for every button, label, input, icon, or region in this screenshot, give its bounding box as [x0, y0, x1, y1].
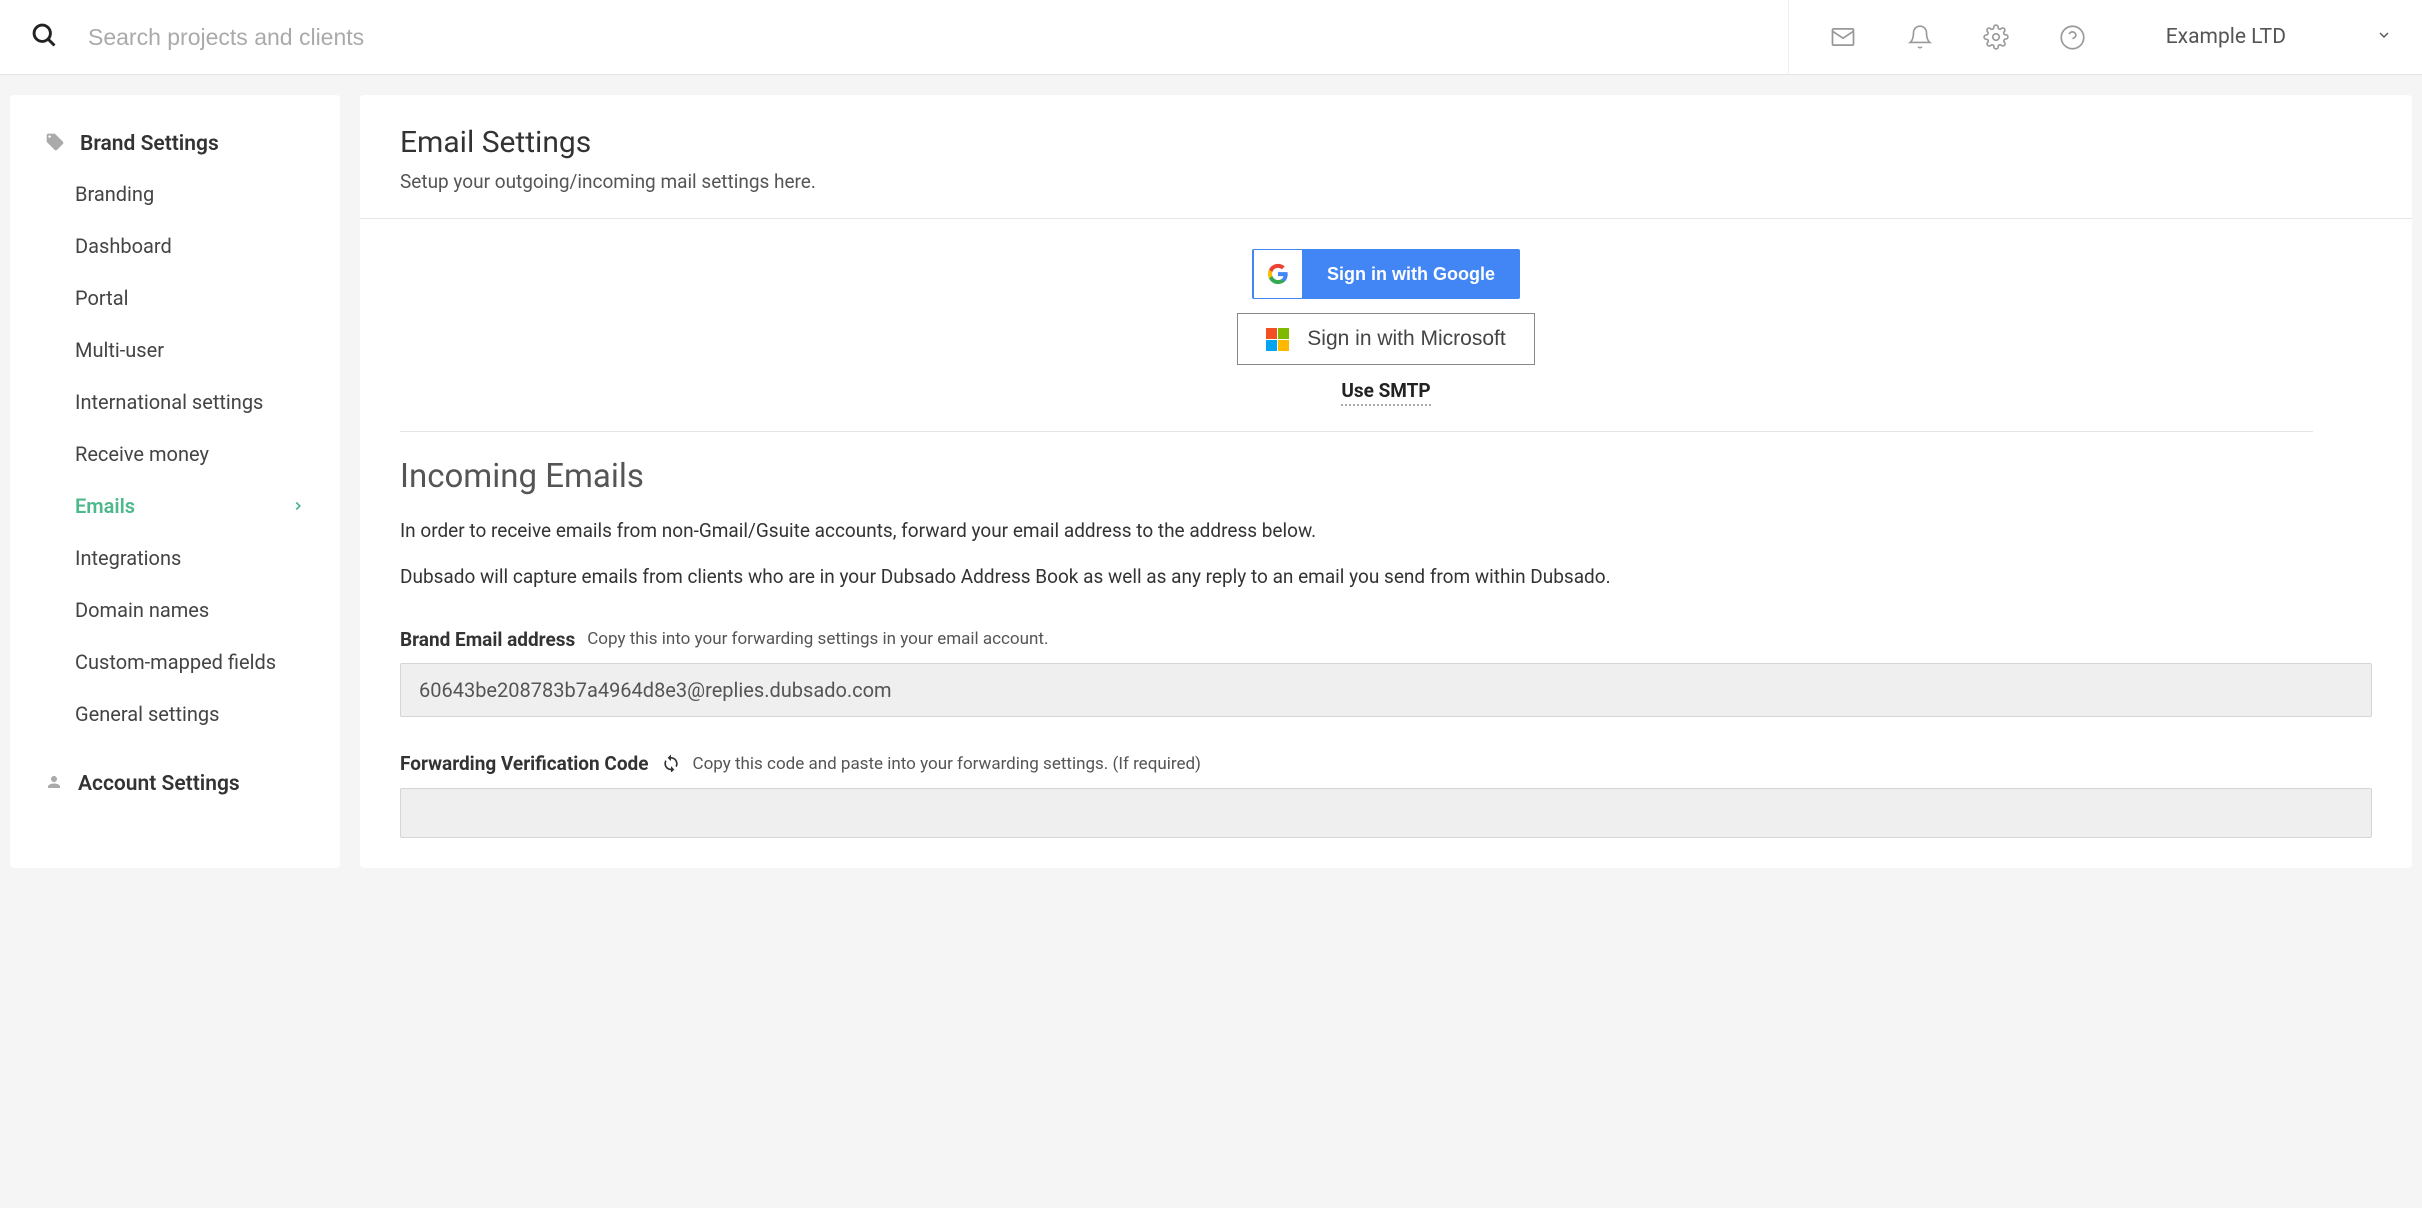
sidebar-item-label: Multi-user	[75, 338, 164, 362]
verification-field[interactable]	[400, 788, 2372, 838]
mail-icon[interactable]	[1829, 23, 1857, 51]
google-signin-button[interactable]: Sign in with Google	[1252, 249, 1520, 299]
microsoft-signin-button[interactable]: Sign in with Microsoft	[1237, 313, 1534, 365]
brand-settings-label: Brand Settings	[80, 132, 219, 156]
sidebar-item-receive-money[interactable]: Receive money	[10, 428, 340, 480]
sidebar-item-label: Dashboard	[75, 234, 172, 258]
user-icon	[45, 773, 63, 795]
brand-email-field[interactable]: 60643be208783b7a4964d8e3@replies.dubsado…	[400, 663, 2372, 717]
account-settings-label: Account Settings	[78, 772, 240, 796]
incoming-info-1: In order to receive emails from non-Gmai…	[400, 516, 2372, 546]
verification-hint: Copy this code and paste into your forwa…	[693, 754, 1201, 774]
sidebar-item-label: Domain names	[75, 598, 209, 622]
content: Email Settings Setup your outgoing/incom…	[360, 95, 2412, 868]
brand-name: Example LTD	[2166, 25, 2286, 49]
incoming-emails-title: Incoming Emails	[400, 457, 2372, 496]
sidebar-item-label: Emails	[75, 494, 135, 518]
verification-label-row: Forwarding Verification Code Copy this c…	[400, 752, 2372, 776]
main-container: Brand Settings Branding Dashboard Portal…	[0, 75, 2422, 888]
sidebar-item-domain-names[interactable]: Domain names	[10, 584, 340, 636]
sidebar-item-label: Receive money	[75, 442, 209, 466]
verification-label: Forwarding Verification Code	[400, 752, 649, 775]
sidebar-item-custom-fields[interactable]: Custom-mapped fields	[10, 636, 340, 688]
smtp-link[interactable]: Use SMTP	[1341, 379, 1430, 406]
page-title: Email Settings	[400, 125, 2372, 160]
brand-settings-header[interactable]: Brand Settings	[10, 120, 340, 168]
microsoft-icon	[1266, 328, 1289, 351]
search-input[interactable]	[88, 24, 1788, 51]
chevron-down-icon	[2376, 25, 2392, 49]
microsoft-button-label: Sign in with Microsoft	[1307, 327, 1505, 351]
sidebar-item-branding[interactable]: Branding	[10, 168, 340, 220]
brand-email-hint: Copy this into your forwarding settings …	[587, 629, 1048, 649]
sidebar-item-emails[interactable]: Emails	[10, 480, 340, 532]
sidebar-item-portal[interactable]: Portal	[10, 272, 340, 324]
sidebar-item-label: Custom-mapped fields	[75, 650, 276, 674]
sidebar-item-general-settings[interactable]: General settings	[10, 688, 340, 740]
sidebar-item-label: Branding	[75, 182, 154, 206]
sidebar-item-label: Integrations	[75, 546, 181, 570]
gear-icon[interactable]	[1983, 24, 2009, 50]
sidebar-item-label: Portal	[75, 286, 128, 310]
google-icon	[1254, 250, 1302, 298]
incoming-info-2: Dubsado will capture emails from clients…	[400, 562, 2372, 592]
page-subtitle: Setup your outgoing/incoming mail settin…	[400, 170, 2372, 193]
sidebar-item-multi-user[interactable]: Multi-user	[10, 324, 340, 376]
sidebar-item-label: International settings	[75, 390, 263, 414]
section-divider	[400, 431, 2313, 432]
sidebar-item-dashboard[interactable]: Dashboard	[10, 220, 340, 272]
tag-icon	[45, 132, 65, 156]
refresh-icon[interactable]	[661, 752, 681, 776]
auth-buttons: Sign in with Google Sign in with Microso…	[400, 249, 2372, 406]
sidebar: Brand Settings Branding Dashboard Portal…	[10, 95, 340, 868]
google-button-label: Sign in with Google	[1303, 264, 1519, 285]
brand-email-label: Brand Email address	[400, 628, 575, 651]
help-icon[interactable]	[2059, 24, 2086, 51]
brand-dropdown[interactable]: Example LTD	[2166, 25, 2392, 49]
bell-icon[interactable]	[1907, 24, 1933, 50]
brand-email-label-row: Brand Email address Copy this into your …	[400, 628, 2372, 651]
search-container	[30, 21, 1788, 53]
header: Example LTD	[0, 0, 2422, 75]
header-actions: Example LTD	[1788, 0, 2392, 74]
sidebar-item-integrations[interactable]: Integrations	[10, 532, 340, 584]
chevron-right-icon	[291, 494, 305, 518]
divider	[360, 218, 2412, 219]
sidebar-item-label: General settings	[75, 702, 219, 726]
account-settings-header[interactable]: Account Settings	[10, 760, 340, 808]
search-icon[interactable]	[30, 21, 58, 53]
sidebar-item-international[interactable]: International settings	[10, 376, 340, 428]
